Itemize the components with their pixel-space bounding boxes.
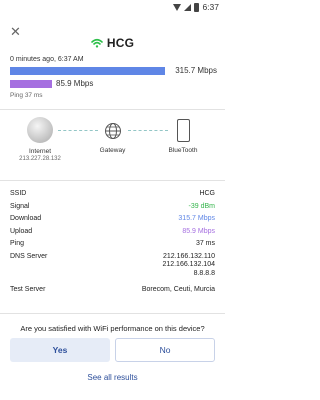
- signal-label: Signal: [10, 202, 30, 210]
- yes-button[interactable]: Yes: [10, 338, 110, 362]
- download-value: 315.7 Mbps: [178, 215, 215, 222]
- status-bar: 6:37: [0, 0, 225, 14]
- dns-label: DNS Server: [10, 252, 48, 260]
- see-all-results-link[interactable]: See all results: [0, 373, 225, 382]
- gateway-icon: [104, 122, 122, 140]
- no-button[interactable]: No: [115, 338, 215, 362]
- divider: [0, 180, 225, 181]
- device-node[interactable]: BlueTooth: [158, 119, 208, 154]
- upload-speed: 85.9 Mbps: [56, 79, 94, 88]
- ssid-value: HCG: [199, 190, 215, 197]
- detail-row-upload: Upload 85.9 Mbps: [10, 228, 215, 241]
- ssid-label: SSID: [10, 190, 27, 197]
- upload-bar: [10, 80, 52, 88]
- test-server-label: Test Server: [10, 285, 46, 293]
- upload-label: Upload: [10, 227, 33, 235]
- dns-server-2: 212.166.132.104: [162, 261, 215, 268]
- signal-value: -39 dBm: [188, 202, 215, 210]
- status-icons: 6:37: [173, 2, 219, 12]
- internet-ip: 213.227.28.132: [19, 156, 61, 162]
- phone-icon: [176, 119, 190, 142]
- ping-label: Ping: [10, 240, 25, 247]
- timestamp: 0 minutes ago, 6:37 AM: [10, 56, 84, 63]
- detail-row-ping: Ping 37 ms: [10, 240, 215, 253]
- download-bar: [10, 67, 165, 75]
- test-server-value: Borecom, Ceuti, Murcia: [141, 285, 215, 293]
- gateway-label: Gateway: [99, 147, 126, 154]
- detail-row-dns: DNS Server 212.166.132.110 212.166.132.1…: [10, 253, 215, 286]
- upload-value: 85.9 Mbps: [182, 227, 215, 235]
- header: HCG: [0, 35, 225, 53]
- feedback-question: Are you satisfied with WiFi performance …: [20, 324, 205, 333]
- download-label: Download: [10, 215, 42, 222]
- detail-row-signal: Signal -39 dBm: [10, 203, 215, 216]
- dns-server-3: 8.8.8.8: [193, 269, 215, 277]
- detail-row-test-server: Test Server Borecom, Ceuti, Murcia: [10, 286, 215, 299]
- upload-bar-row: 85.9 Mbps: [10, 79, 220, 89]
- status-time: 6:37: [202, 2, 219, 12]
- divider: [0, 313, 225, 314]
- globe-icon: [27, 117, 53, 143]
- internet-label: Internet: [28, 148, 52, 155]
- ping-value: 37 ms: [195, 240, 215, 247]
- cell-signal-icon: [184, 3, 192, 11]
- ping-summary: Ping 37 ms: [10, 92, 43, 99]
- wifi-status-icon: [173, 3, 182, 11]
- device-label: BlueTooth: [168, 147, 198, 154]
- download-bar-row: 315.7 Mbps: [10, 66, 220, 76]
- details-list: SSID HCG Signal -39 dBm Download 315.7 M…: [10, 190, 215, 298]
- battery-icon: [194, 2, 200, 12]
- detail-row-download: Download 315.7 Mbps: [10, 215, 215, 228]
- dns-server-1: 212.166.132.110: [162, 252, 215, 260]
- download-speed: 315.7 Mbps: [175, 66, 217, 75]
- gateway-node[interactable]: Gateway: [90, 122, 135, 154]
- divider: [0, 109, 225, 110]
- detail-row-ssid: SSID HCG: [10, 190, 215, 203]
- dns-values: 212.166.132.110 212.166.132.104 8.8.8.8: [162, 253, 215, 279]
- wifi-icon: [91, 38, 103, 48]
- internet-node[interactable]: Internet 213.227.28.132: [10, 117, 70, 162]
- network-name: HCG: [106, 36, 135, 50]
